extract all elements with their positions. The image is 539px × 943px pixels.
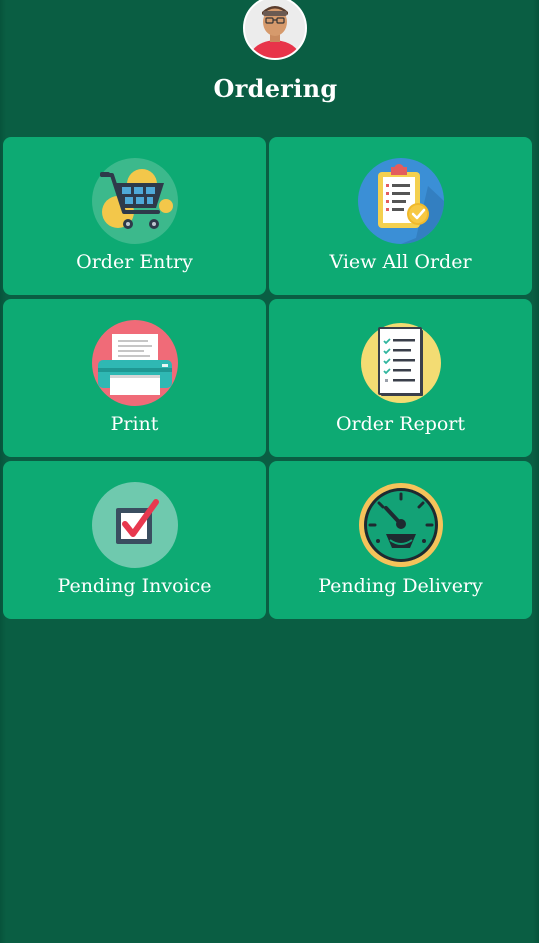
pending-invoice-label: Pending Invoice	[57, 575, 212, 597]
checkbox-icon	[91, 482, 178, 568]
pending-invoice-tile[interactable]: Pending Invoice	[3, 461, 266, 619]
shopping-cart-icon	[91, 158, 178, 244]
speedometer-icon	[358, 483, 443, 567]
view-all-order-label: View All Order	[329, 251, 472, 273]
order-report-tile[interactable]: Order Report	[269, 299, 532, 457]
avatar[interactable]	[243, 0, 307, 60]
page-title: Ordering	[213, 74, 338, 103]
pending-delivery-label: Pending Delivery	[318, 575, 483, 597]
print-tile[interactable]: Print	[3, 299, 266, 457]
order-entry-label: Order Entry	[76, 251, 193, 273]
pending-delivery-tile[interactable]: Pending Delivery	[269, 461, 532, 619]
report-list-icon	[360, 323, 441, 403]
print-label: Print	[110, 413, 159, 435]
order-report-label: Order Report	[335, 413, 466, 435]
printer-icon	[91, 320, 178, 406]
order-entry-tile[interactable]: Order Entry	[3, 137, 266, 295]
view-all-order-tile[interactable]: View All Order	[269, 137, 532, 295]
screen: Ordering Order Entry View All Order Prin…	[0, 0, 539, 943]
clipboard-checklist-icon	[357, 158, 444, 244]
user-avatar-icon	[245, 0, 305, 58]
